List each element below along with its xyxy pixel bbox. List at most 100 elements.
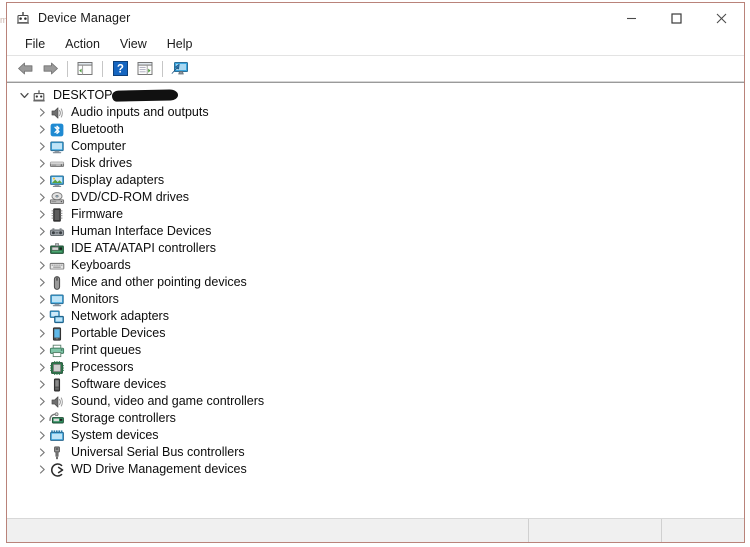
chevron-right-icon[interactable] [35, 121, 49, 138]
tree-item-label: IDE ATA/ATAPI controllers [71, 241, 216, 255]
tree-item-storage-controllers[interactable]: Storage controllers [7, 410, 744, 427]
tree-item-label: Computer [71, 139, 126, 153]
tree-item-network-adapters[interactable]: Network adapters [7, 308, 744, 325]
chevron-down-icon[interactable] [17, 87, 31, 104]
tree-item-disk-drives[interactable]: Disk drives [7, 155, 744, 172]
redaction-bar [111, 89, 178, 102]
tree-item-label: Bluetooth [71, 122, 124, 136]
tree-item-computer[interactable]: Computer [7, 138, 744, 155]
firmware-chip-icon [49, 207, 65, 223]
chevron-right-icon[interactable] [35, 410, 49, 427]
chevron-right-icon[interactable] [35, 325, 49, 342]
tree-item-label: WD Drive Management devices [71, 462, 247, 476]
tree-item-software-devices[interactable]: Software devices [7, 376, 744, 393]
printer-icon [49, 343, 65, 359]
portable-device-icon [49, 326, 65, 342]
chevron-right-icon[interactable] [35, 393, 49, 410]
close-button[interactable] [699, 3, 744, 33]
bluetooth-icon [49, 122, 65, 138]
tree-item-label: Software devices [71, 377, 167, 391]
tree-item-mice-and-other-pointing-devices[interactable]: Mice and other pointing devices [7, 274, 744, 291]
chevron-right-icon[interactable] [35, 274, 49, 291]
back-button[interactable] [13, 58, 37, 80]
chevron-right-icon[interactable] [35, 155, 49, 172]
tree-item-system-devices[interactable]: System devices [7, 427, 744, 444]
maximize-button[interactable] [654, 3, 699, 33]
status-bar-pane-3 [662, 519, 744, 542]
menu-item-action[interactable]: Action [56, 35, 109, 54]
chevron-right-icon[interactable] [35, 342, 49, 359]
network-adapter-icon [49, 309, 65, 325]
wd-drive-icon [49, 462, 65, 478]
speaker-icon [49, 105, 65, 121]
chevron-right-icon[interactable] [35, 257, 49, 274]
chevron-right-icon[interactable] [35, 427, 49, 444]
show-hide-console-tree-button[interactable] [73, 58, 97, 80]
chevron-right-icon[interactable] [35, 138, 49, 155]
chevron-right-icon[interactable] [35, 172, 49, 189]
tree-root-desktop[interactable]: DESKTOP [7, 87, 744, 104]
tree-item-display-adapters[interactable]: Display adapters [7, 172, 744, 189]
menu-item-file[interactable]: File [16, 35, 54, 54]
forward-button[interactable] [38, 58, 62, 80]
tree-item-label: Sound, video and game controllers [71, 394, 265, 408]
chevron-right-icon[interactable] [35, 461, 49, 478]
window-title: Device Manager [38, 11, 131, 25]
tree-item-label: Print queues [71, 343, 142, 357]
chevron-right-icon[interactable] [35, 308, 49, 325]
chevron-right-icon[interactable] [35, 223, 49, 240]
status-bar [7, 518, 744, 542]
tree-item-label: Portable Devices [71, 326, 166, 340]
software-device-icon [49, 377, 65, 393]
chevron-right-icon[interactable] [35, 376, 49, 393]
tree-item-bluetooth[interactable]: Bluetooth [7, 121, 744, 138]
tree-item-label: Firmware [71, 207, 124, 221]
speaker-icon [49, 394, 65, 410]
optical-drive-icon [49, 190, 65, 206]
computer-root-icon [31, 88, 47, 104]
tree-item-monitors[interactable]: Monitors [7, 291, 744, 308]
properties-button[interactable] [133, 58, 157, 80]
tree-item-print-queues[interactable]: Print queues [7, 342, 744, 359]
device-tree-pane[interactable]: DESKTOP Audio inputs and outputs Bluetoo… [7, 82, 744, 518]
chevron-right-icon[interactable] [35, 189, 49, 206]
tree-item-ide-ata-atapi-controllers[interactable]: IDE ATA/ATAPI controllers [7, 240, 744, 257]
chevron-right-icon[interactable] [35, 104, 49, 121]
tree-item-label: Monitors [71, 292, 119, 306]
tree-item-wd-drive-management-devices[interactable]: WD Drive Management devices [7, 461, 744, 478]
tree-item-label: Network adapters [71, 309, 169, 323]
tree-item-label: Universal Serial Bus controllers [71, 445, 245, 459]
tree-item-label: Disk drives [71, 156, 133, 170]
tree-item-label: DVD/CD-ROM drives [71, 190, 190, 204]
status-bar-pane-2 [529, 519, 662, 542]
tree-item-human-interface-devices[interactable]: Human Interface Devices [7, 223, 744, 240]
tree-item-audio-inputs-and-outputs[interactable]: Audio inputs and outputs [7, 104, 744, 121]
tree-item-sound-video-and-game-controllers[interactable]: Sound, video and game controllers [7, 393, 744, 410]
svg-text:?: ? [116, 64, 123, 76]
toolbar-separator [162, 60, 163, 77]
tree-item-firmware[interactable]: Firmware [7, 206, 744, 223]
monitor-icon [49, 292, 65, 308]
ide-controller-icon [49, 241, 65, 257]
tree-item-portable-devices[interactable]: Portable Devices [7, 325, 744, 342]
tree-root-label: DESKTOP [53, 87, 178, 104]
tree-item-dvd-cdrom-drives[interactable]: DVD/CD-ROM drives [7, 189, 744, 206]
tree-item-label: System devices [71, 428, 159, 442]
processor-icon [49, 360, 65, 376]
chevron-right-icon[interactable] [35, 206, 49, 223]
minimize-button[interactable] [609, 3, 654, 33]
menu-item-view[interactable]: View [111, 35, 156, 54]
tree-item-processors[interactable]: Processors [7, 359, 744, 376]
status-bar-message [7, 519, 529, 542]
chevron-right-icon[interactable] [35, 240, 49, 257]
tree-item-keyboards[interactable]: Keyboards [7, 257, 744, 274]
menu-item-help[interactable]: Help [158, 35, 202, 54]
chevron-right-icon[interactable] [35, 444, 49, 461]
scan-hardware-changes-button[interactable] [168, 58, 192, 80]
tree-item-label: Display adapters [71, 173, 165, 187]
chevron-right-icon[interactable] [35, 291, 49, 308]
tree-item-label: Mice and other pointing devices [71, 275, 247, 289]
help-button[interactable]: ? [108, 58, 132, 80]
chevron-right-icon[interactable] [35, 359, 49, 376]
tree-item-universal-serial-bus-controllers[interactable]: Universal Serial Bus controllers [7, 444, 744, 461]
